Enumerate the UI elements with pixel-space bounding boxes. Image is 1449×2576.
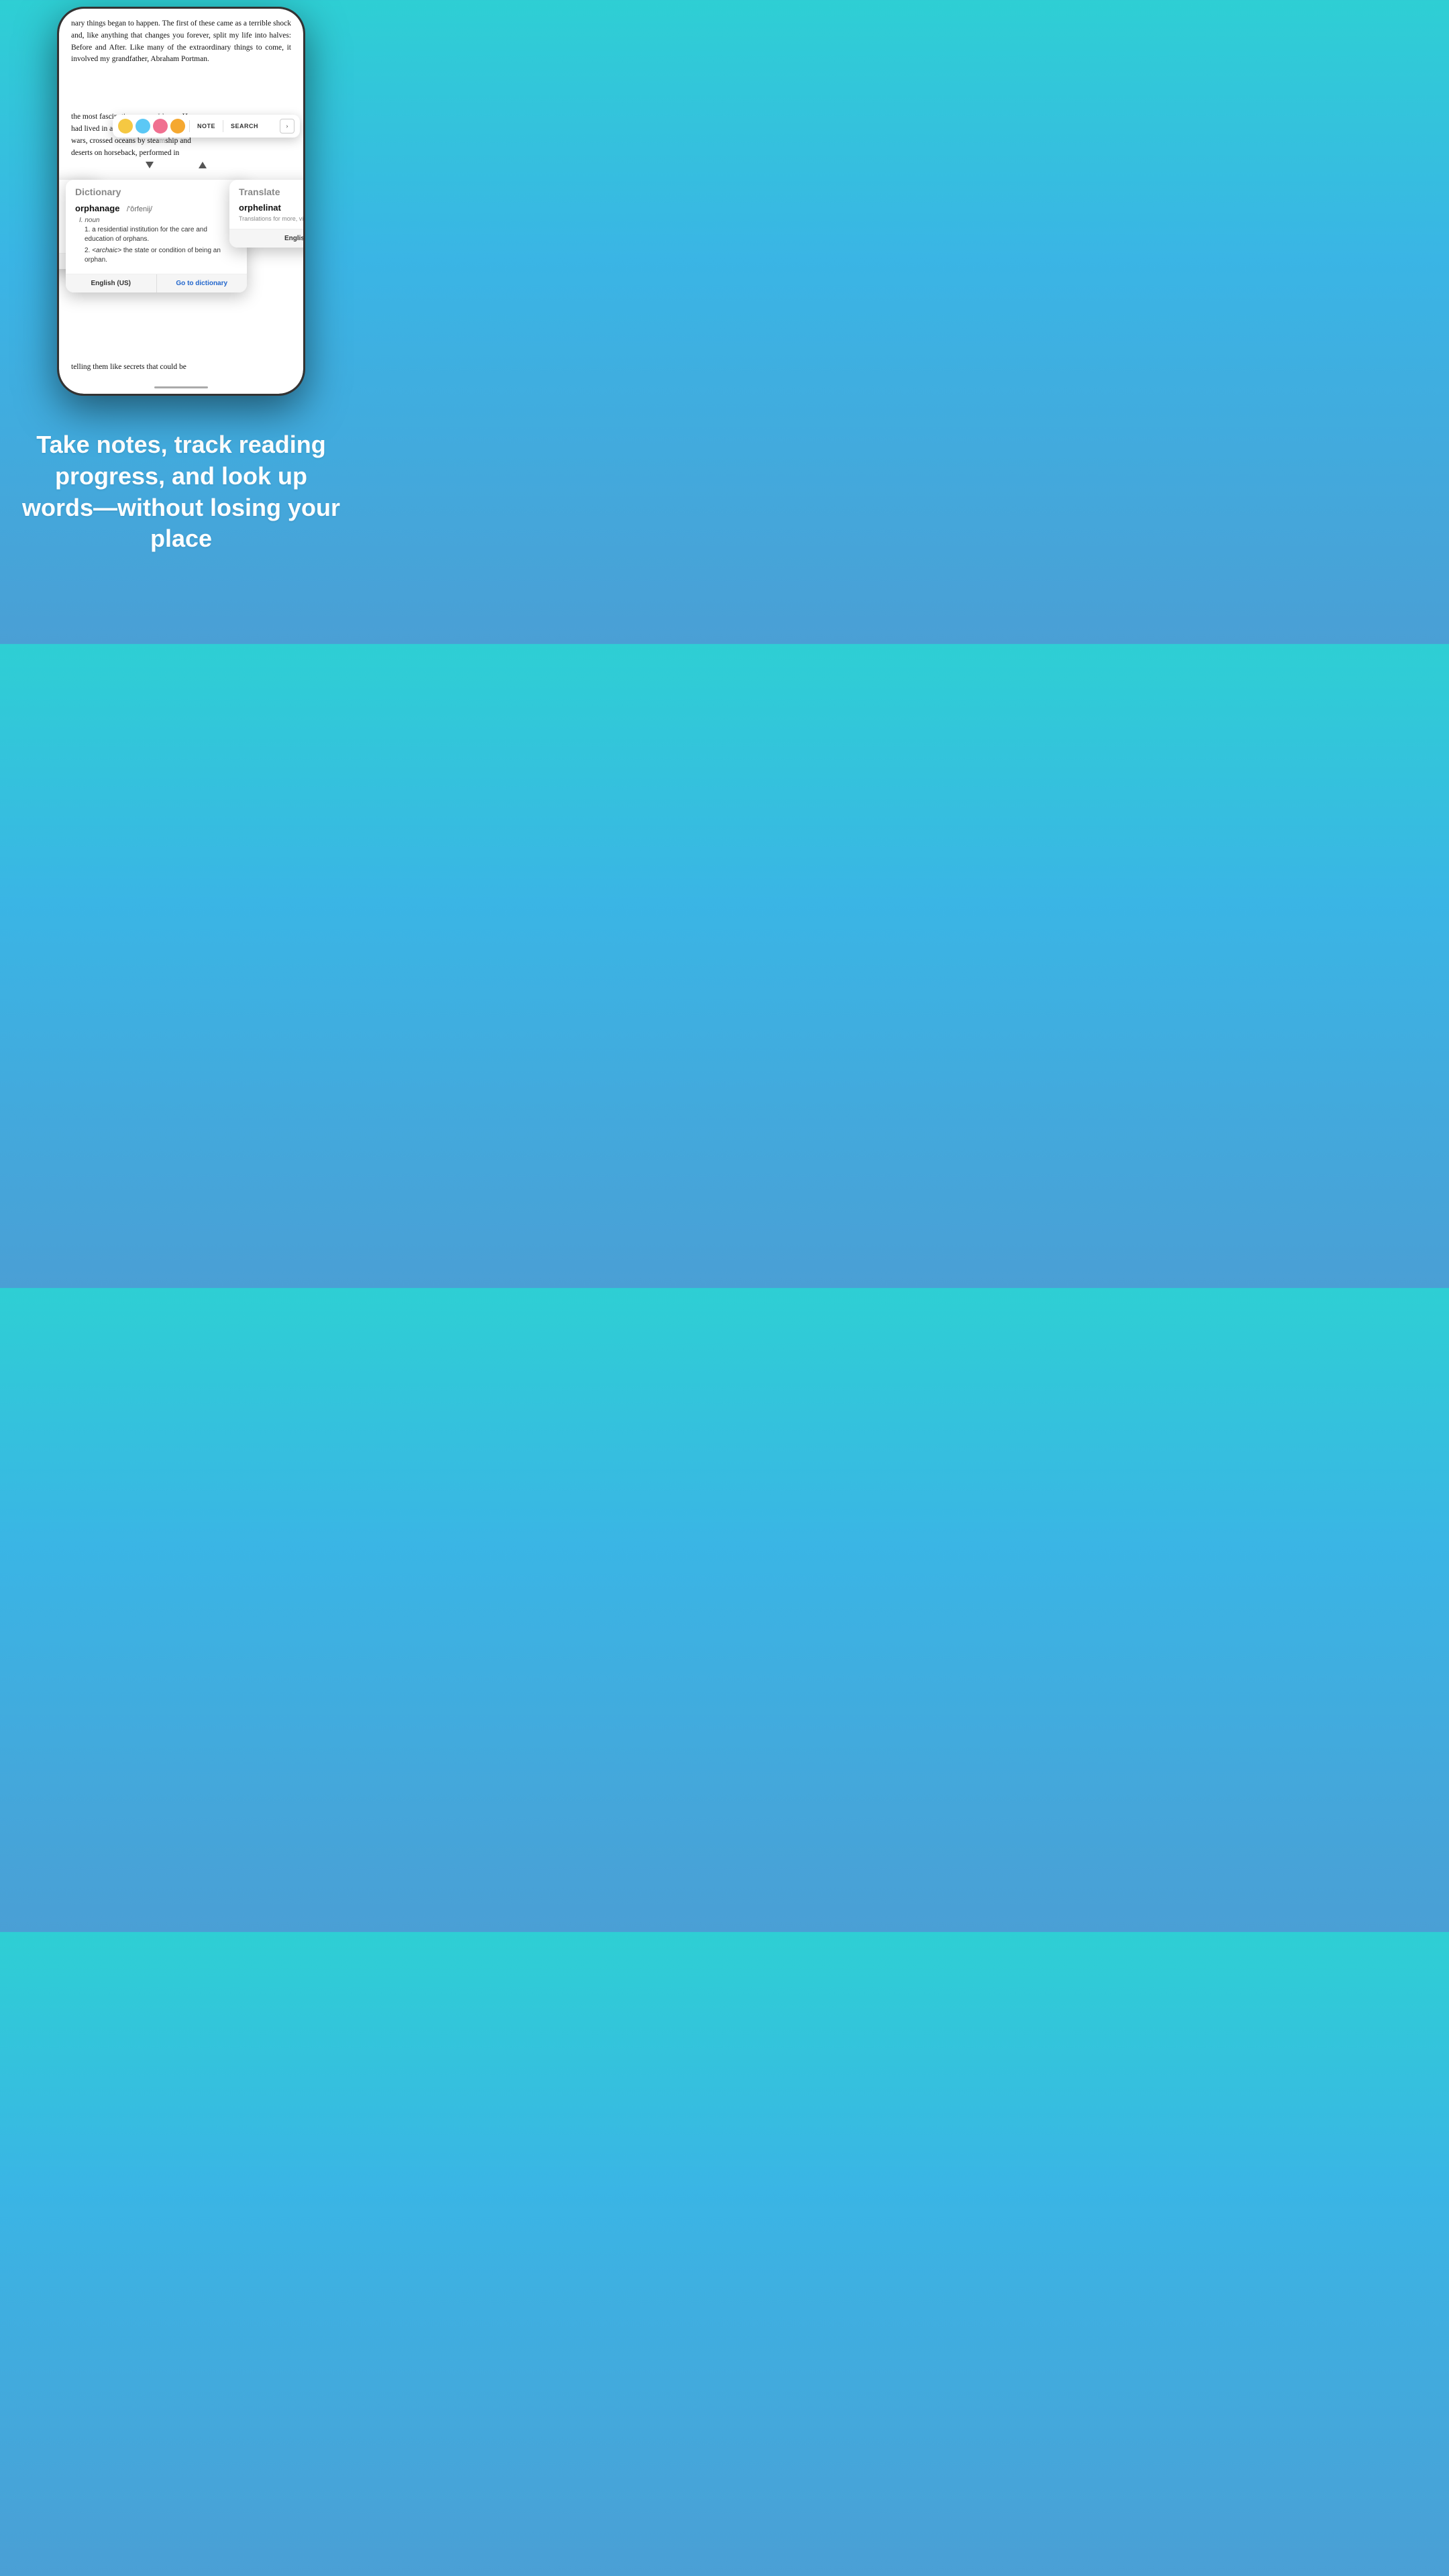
dictionary-pos: I. noun [79,217,237,224]
marketing-headline: Take notes, track reading progress, and … [20,429,342,555]
translate-language[interactable]: English [229,229,303,248]
home-bar [154,386,208,388]
dictionary-language[interactable]: English (US) [66,274,157,292]
color-orange[interactable] [170,119,185,133]
search-button[interactable]: SEARCH [227,121,262,131]
phone-screen: nary things began to happen. The first o… [59,9,303,394]
note-button[interactable]: NOTE [194,121,219,131]
phone-container: nary things began to happen. The first o… [0,0,362,402]
translate-footer: English [229,229,303,248]
dictionary-title: Dictionary [66,180,247,200]
highlight-toolbar[interactable]: NOTE SEARCH › [113,115,300,138]
go-to-dictionary-link[interactable]: Go to dictionary [157,274,248,292]
dictionary-content: orphanage /'ôrfenij/ I. noun 1. a reside… [66,200,247,274]
color-blue[interactable] [136,119,150,133]
translate-title: Translate [229,180,303,200]
book-text-top: nary things began to happen. The first o… [59,9,303,66]
dictionary-footer: English (US) Go to dictionary [66,274,247,292]
more-arrow[interactable]: › [280,119,294,133]
book-text-bottom: telling them like secrets that could be [59,362,303,374]
color-yellow[interactable] [118,119,133,133]
toolbar-separator [189,120,190,132]
phone-frame: nary things began to happen. The first o… [57,7,305,396]
translated-word: orphelinat [239,203,303,213]
dictionary-def-1: 1. a residential institution for the car… [85,225,237,244]
dictionary-word: orphanage [75,203,119,213]
selection-handle-right [199,162,207,168]
marketing-section: Take notes, track reading progress, and … [0,402,362,588]
translate-subtitle: Translations for more, visit w [239,215,303,223]
dictionary-panel[interactable]: Dictionary orphanage /'ôrfenij/ I. noun … [66,180,247,292]
selection-handle-left [146,162,154,168]
dictionary-phonetic: /'ôrfenij/ [127,205,152,213]
dictionary-def-2: 2. <archaic> the state or condition of b… [85,246,237,265]
translate-content: orphelinat Translations for more, visit … [229,200,303,229]
translate-panel[interactable]: Translate orphelinat Translations for mo… [229,180,303,248]
color-pink[interactable] [153,119,168,133]
